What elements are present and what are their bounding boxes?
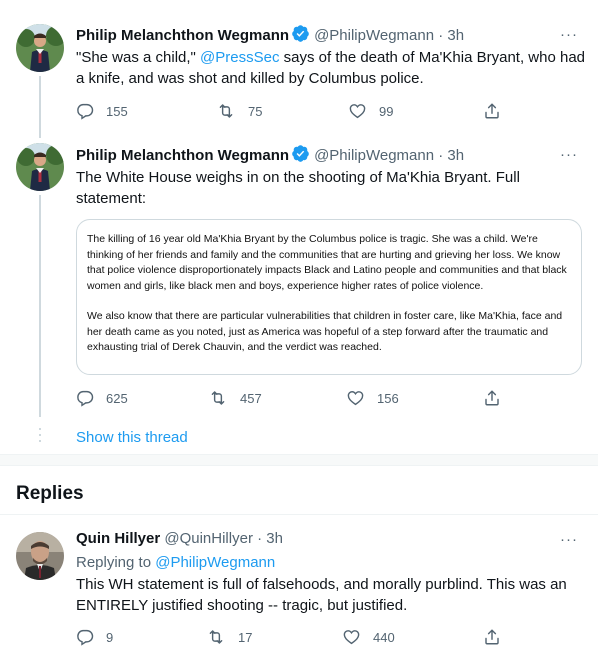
tweet-1[interactable]: Philip Melanchthon Wegmann @PhilipWegmann… — [0, 0, 598, 138]
show-thread-link[interactable]: Show this thread — [76, 428, 188, 448]
avatar-hillyer[interactable] — [16, 532, 64, 580]
statement-paragraph: The killing of 16 year old Ma'Khia Bryan… — [87, 233, 567, 292]
statement-image-card[interactable]: The killing of 16 year old Ma'Khia Bryan… — [76, 219, 582, 375]
author-handle[interactable]: @PhilipWegmann — [314, 27, 434, 44]
reply-button[interactable]: 625 — [76, 388, 128, 408]
tweet-actions: 9 17 440 — [76, 627, 516, 647]
reply-icon — [77, 390, 94, 407]
avatar-wegmann[interactable] — [16, 143, 64, 191]
mention-link[interactable]: @PressSec — [200, 49, 279, 66]
statement-text: The killing of 16 year old Ma'Khia Bryan… — [87, 232, 573, 371]
avatar-wegmann[interactable] — [16, 24, 64, 72]
author-handle[interactable]: @QuinHillyer — [164, 530, 253, 547]
thread-dots — [39, 428, 41, 446]
share-button[interactable] — [483, 388, 501, 408]
retweet-button[interactable]: 75 — [216, 101, 262, 121]
thread-connector-line — [39, 195, 41, 417]
thread-connector-line — [39, 76, 41, 138]
like-icon — [343, 630, 360, 645]
statement-paragraph: We also know that there are particular v… — [87, 310, 563, 353]
retweet-button[interactable]: 457 — [208, 388, 262, 408]
timestamp[interactable]: 3h — [266, 530, 283, 547]
share-icon — [485, 103, 499, 119]
author-name[interactable]: Philip Melanchthon Wegmann — [76, 27, 289, 44]
verified-badge-icon — [291, 24, 310, 49]
verified-badge-icon — [291, 144, 310, 169]
more-icon[interactable]: ··· — [560, 147, 578, 162]
tweet-actions: 155 75 99 — [76, 101, 516, 121]
share-icon — [485, 390, 499, 406]
retweet-count: 75 — [248, 103, 263, 119]
more-icon[interactable]: ··· — [560, 532, 578, 547]
replying-to-mention[interactable]: @PhilipWegmann — [155, 554, 275, 571]
share-button[interactable] — [483, 101, 501, 121]
replies-heading: Replies — [16, 483, 84, 504]
like-button[interactable]: 156 — [346, 388, 399, 408]
replying-to-label: Replying to — [76, 554, 156, 571]
tweet-actions: 625 457 156 — [76, 388, 516, 408]
like-button[interactable]: 99 — [348, 101, 393, 121]
tweet-header: Philip Melanchthon Wegmann @PhilipWegmann… — [76, 24, 598, 49]
share-button[interactable] — [483, 627, 501, 647]
replying-to: Replying to @PhilipWegmann — [76, 553, 275, 573]
timestamp[interactable]: 3h — [447, 27, 464, 44]
timestamp[interactable]: 3h — [447, 147, 464, 164]
tweet-header: Philip Melanchthon Wegmann @PhilipWegmann… — [76, 144, 598, 169]
tweet-text-part: "She was a child," — [76, 49, 201, 66]
share-icon — [485, 629, 499, 645]
reply-count: 155 — [106, 103, 128, 119]
tweet-text: The White House weighs in on the shootin… — [76, 169, 520, 207]
retweet-icon — [219, 104, 233, 118]
retweet-button[interactable]: 17 — [206, 627, 252, 647]
like-count: 156 — [377, 390, 399, 406]
author-name[interactable]: Philip Melanchthon Wegmann — [76, 147, 289, 164]
reply-icon — [77, 629, 94, 646]
section-divider — [0, 454, 598, 466]
like-button[interactable]: 440 — [342, 627, 395, 647]
reply-button[interactable]: 155 — [76, 101, 128, 121]
like-icon — [347, 391, 364, 406]
reply-count: 625 — [106, 390, 128, 406]
separator-dot: · — [257, 530, 263, 547]
tweet-text: "She was a child," @PressSec says of the… — [76, 47, 586, 89]
reply-text: This WH statement is full of falsehoods,… — [76, 576, 567, 614]
reply-button[interactable]: 9 — [76, 627, 113, 647]
retweet-icon — [211, 391, 225, 405]
reply-icon — [77, 103, 94, 120]
retweet-count: 17 — [238, 629, 253, 645]
separator-dot: · — [438, 147, 444, 164]
like-count: 440 — [373, 629, 395, 645]
author-name[interactable]: Quin Hillyer — [76, 530, 160, 547]
retweet-count: 457 — [240, 390, 262, 406]
tweet-header: Quin Hillyer @QuinHillyer · 3h — [76, 529, 598, 549]
author-handle[interactable]: @PhilipWegmann — [314, 147, 434, 164]
retweet-icon — [209, 630, 223, 644]
reply-count: 9 — [106, 629, 114, 645]
more-icon[interactable]: ··· — [560, 27, 578, 42]
like-icon — [349, 104, 366, 119]
separator-dot: · — [438, 27, 444, 44]
like-count: 99 — [379, 103, 394, 119]
